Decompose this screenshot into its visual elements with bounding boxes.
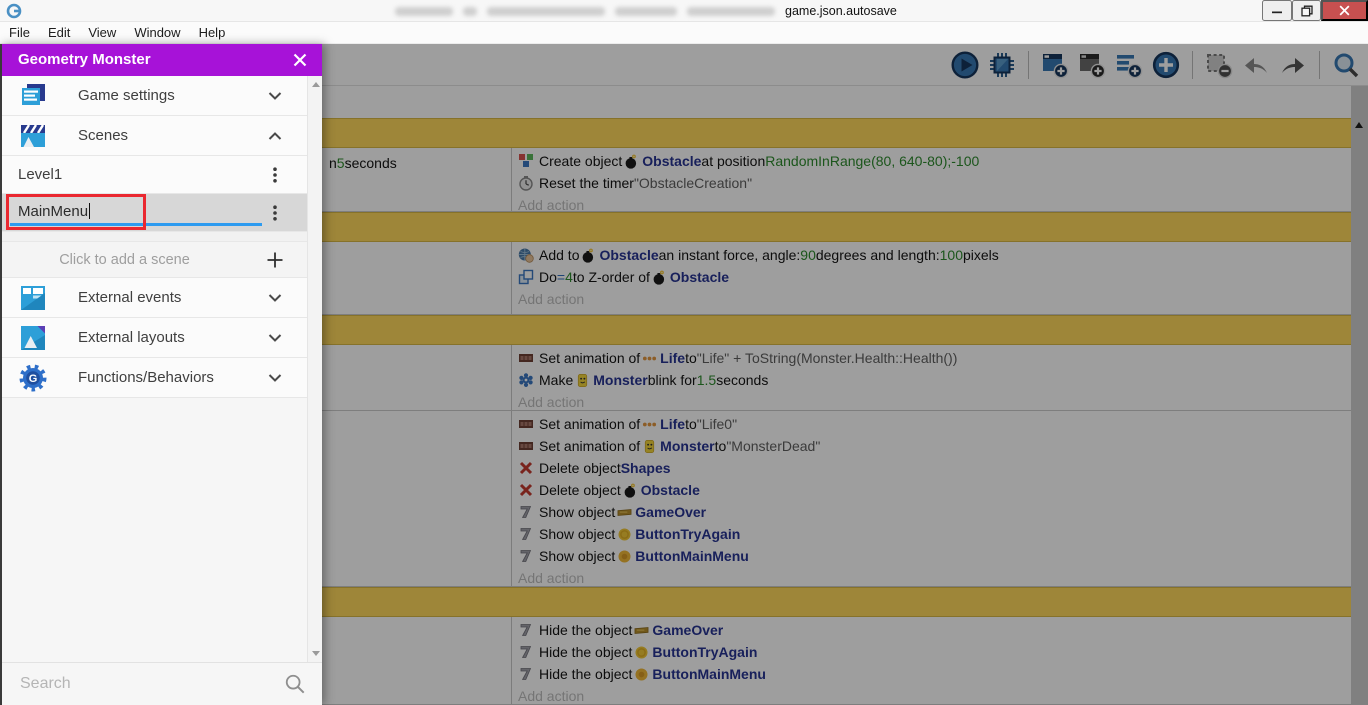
functions-icon: G [18,363,48,393]
input-focus-underline [10,223,262,226]
scene-rename-value: MainMenu [18,203,89,220]
sidebar-item-game-settings[interactable]: Game settings [2,76,307,116]
scroll-down-icon[interactable] [311,651,320,656]
search-icon[interactable] [284,673,306,695]
drawer-body: Game settings Scenes Level1 MainMenu Click t… [2,76,307,662]
kebab-icon [265,165,285,185]
project-title: Geometry Monster [18,51,151,68]
drawer-spacer [2,232,307,242]
redacted-title-text [487,6,605,16]
redacted-title-text [463,6,477,16]
window-title: game.json.autosave [395,0,897,22]
drawer-search-row [2,662,322,705]
add-scene-label: Click to add a scene [59,252,190,268]
redacted-title-text [395,6,453,16]
redacted-title-text [615,6,677,16]
scenes-icon [18,121,48,151]
sidebar-item-scenes[interactable]: Scenes [2,116,307,156]
text-caret [89,203,91,219]
scene-options-button[interactable] [265,203,285,223]
sidebar-item-label: Game settings [78,87,175,104]
menu-file[interactable]: File [0,22,39,43]
scene-name: Level1 [18,166,63,183]
chevron-down-icon [265,288,285,308]
chevron-down-icon [265,368,285,388]
scene-rename-row[interactable]: MainMenu [2,194,307,232]
gdevelop-logo-icon [6,3,22,19]
app-window: game.json.autosave File Edit View Window Hel… [0,0,1368,705]
scene-item-level1[interactable]: Level1 [2,156,307,194]
plus-icon [265,250,285,270]
search-input[interactable] [18,671,268,697]
kebab-icon [265,203,285,223]
scene-options-button[interactable] [265,165,285,185]
redacted-title-text [687,6,775,16]
external-layouts-icon [18,323,48,353]
svg-text:G: G [29,373,38,385]
window-title-text: game.json.autosave [785,4,897,18]
sidebar-item-external-layouts[interactable]: External layouts [2,318,307,358]
scroll-up-icon[interactable] [311,82,320,87]
sidebar-item-external-events[interactable]: External events [2,278,307,318]
menu-edit[interactable]: Edit [39,22,79,43]
drawer-close-button[interactable] [290,50,310,70]
sidebar-item-functions-behaviors[interactable]: G Functions/Behaviors [2,358,307,398]
chevron-down-icon [265,328,285,348]
chevron-down-icon [265,86,285,106]
add-scene-row[interactable]: Click to add a scene [2,242,307,278]
drawer-header: Geometry Monster [2,44,322,76]
restore-button[interactable] [1292,0,1321,21]
menu-help[interactable]: Help [190,22,235,43]
add-scene-button[interactable] [265,250,285,270]
game-settings-icon [18,81,48,111]
close-window-button[interactable] [1321,0,1368,21]
titlebar: game.json.autosave [0,0,1368,22]
sidebar-item-label: External events [78,289,182,306]
project-manager-drawer: Geometry Monster Game settings Scenes Leve… [0,44,322,705]
drawer-scrollbar[interactable] [307,76,322,662]
sidebar-item-label: External layouts [78,329,185,346]
menu-window[interactable]: Window [125,22,189,43]
external-events-icon [18,283,48,313]
menu-bar: File Edit View Window Help [0,22,1368,44]
chevron-up-icon [265,126,285,146]
sidebar-item-label: Functions/Behaviors [78,369,214,386]
sidebar-item-label: Scenes [78,127,129,144]
minimize-button[interactable] [1262,0,1292,21]
menu-view[interactable]: View [79,22,125,43]
